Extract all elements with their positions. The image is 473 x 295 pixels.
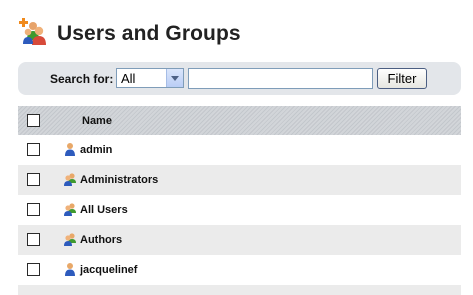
row-checkbox[interactable] bbox=[27, 173, 40, 186]
row-checkbox[interactable] bbox=[27, 203, 40, 216]
table-header: Name bbox=[18, 106, 461, 135]
page-header: Users and Groups bbox=[17, 14, 457, 54]
row-checkbox[interactable] bbox=[27, 233, 40, 246]
search-input[interactable] bbox=[188, 68, 373, 89]
row-checkbox[interactable] bbox=[27, 263, 40, 276]
row-name[interactable]: admin bbox=[80, 144, 112, 156]
search-label: Search for: bbox=[50, 72, 114, 86]
table-row[interactable]: Authors bbox=[18, 225, 461, 255]
table-row[interactable]: admin bbox=[18, 135, 461, 165]
row-name[interactable]: Authors bbox=[80, 234, 122, 246]
page-title: Users and Groups bbox=[57, 22, 241, 45]
chevron-down-icon[interactable] bbox=[166, 69, 183, 87]
search-type-select[interactable]: All bbox=[116, 68, 184, 88]
users-groups-add-icon bbox=[17, 16, 49, 46]
row-name[interactable]: Administrators bbox=[80, 174, 158, 186]
table-row[interactable]: jacquelinef bbox=[18, 255, 461, 285]
search-bar: Search for: All Filter bbox=[18, 62, 461, 95]
table-row[interactable]: All Users bbox=[18, 195, 461, 225]
group-icon bbox=[63, 232, 77, 246]
row-checkbox[interactable] bbox=[27, 143, 40, 156]
group-icon bbox=[63, 202, 77, 216]
user-icon bbox=[63, 262, 77, 276]
row-name[interactable]: jacquelinef bbox=[80, 264, 137, 276]
search-type-value: All bbox=[121, 71, 136, 86]
users-groups-table: Name admin Administrators All Users Auth… bbox=[18, 106, 461, 295]
column-header-name[interactable]: Name bbox=[82, 115, 112, 127]
select-all-checkbox[interactable] bbox=[27, 114, 40, 127]
filter-button[interactable]: Filter bbox=[377, 68, 427, 89]
group-icon bbox=[63, 172, 77, 186]
row-name[interactable]: All Users bbox=[80, 204, 128, 216]
user-icon bbox=[63, 142, 77, 156]
table-row[interactable]: Administrators bbox=[18, 165, 461, 195]
